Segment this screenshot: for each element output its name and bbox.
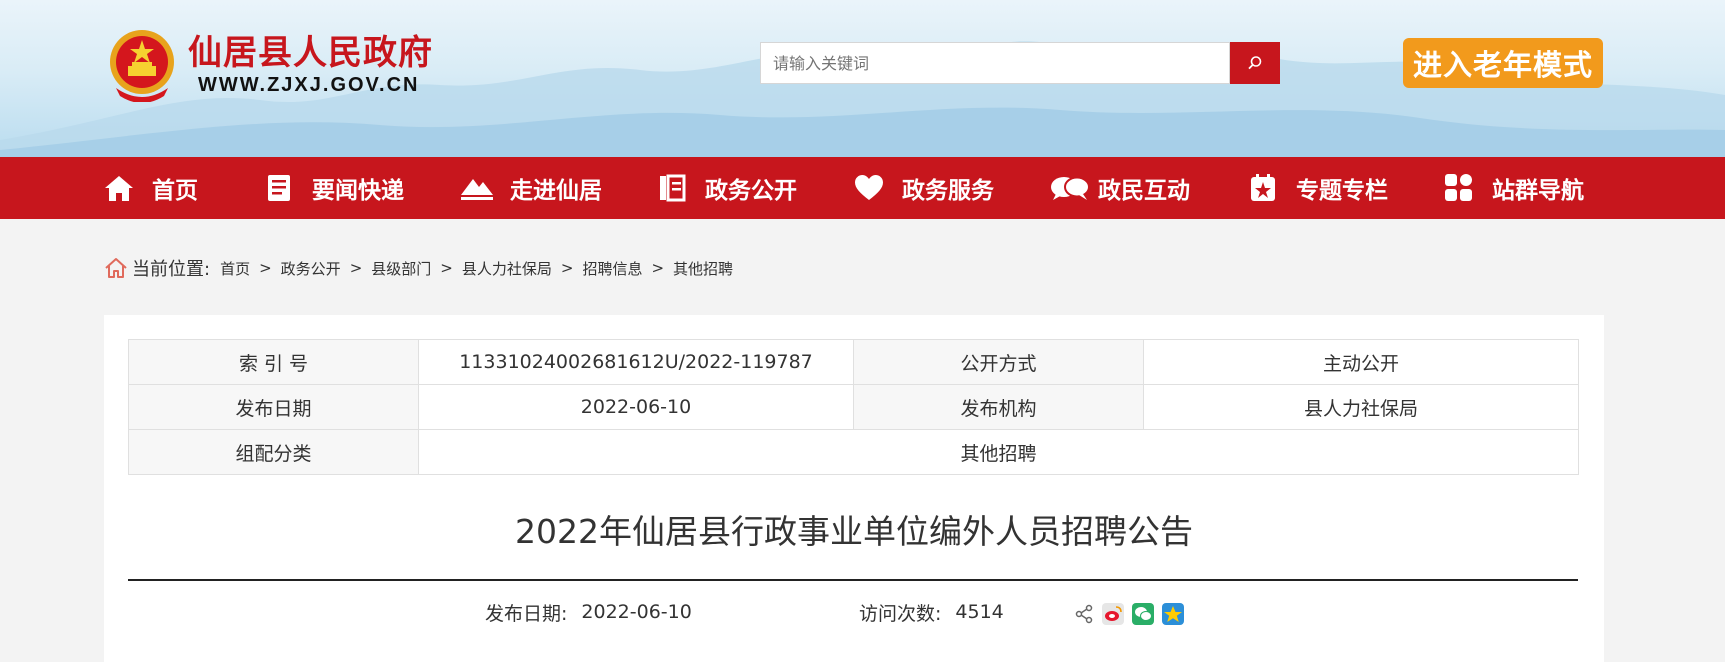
publisher-value: 县人力社保局 (1143, 384, 1579, 430)
site-header: 仙居县人民政府 WWW.ZJXJ.GOV.CN 进入老年模式 (0, 0, 1725, 157)
nav-item-gov-service[interactable]: 政务服务 (852, 157, 994, 219)
table-row: 索 引 号 11331024002681612U/2022-119787 公开方… (128, 339, 1579, 385)
main-nav: 首页 要闻快递 走进仙居 政务公开 政务服务 政民互动 专题专栏 站群导航 (0, 157, 1725, 219)
nav-item-gov-affairs[interactable]: 政务公开 (655, 157, 797, 219)
home-icon (105, 176, 133, 201)
search-button[interactable] (1230, 42, 1280, 84)
site-url: WWW.ZJXJ.GOV.CN (198, 74, 420, 96)
breadcrumb-separator: > (440, 259, 453, 277)
national-emblem-icon (110, 30, 174, 102)
category-value: 其他招聘 (418, 429, 1579, 475)
mountain-icon (461, 179, 493, 200)
wechat-icon[interactable] (1132, 603, 1154, 625)
share-icon[interactable] (1074, 604, 1094, 624)
open-mode-label: 公开方式 (853, 339, 1144, 385)
search-icon (1248, 56, 1262, 70)
open-mode-value: 主动公开 (1143, 339, 1579, 385)
breadcrumb-separator: > (259, 259, 272, 277)
nav-item-label: 首页 (152, 178, 198, 204)
nav-item-site-nav[interactable]: 站群导航 (1442, 157, 1584, 219)
article-date-value: 2022-06-10 (581, 601, 692, 623)
article-date: 发布日期: 2022-06-10 (485, 597, 692, 627)
table-row: 发布日期 2022-06-10 发布机构 县人力社保局 (128, 384, 1579, 430)
document-icon (660, 174, 686, 202)
site-name: 仙居县人民政府 (188, 33, 433, 73)
weibo-icon[interactable] (1102, 603, 1124, 625)
breadcrumb-separator: > (349, 259, 363, 277)
metadata-table: 索 引 号 11331024002681612U/2022-119787 公开方… (128, 339, 1579, 475)
share-bar (1074, 603, 1192, 625)
breadcrumb-separator: > (651, 259, 665, 277)
breadcrumb-separator: > (560, 259, 574, 277)
breadcrumb-link[interactable]: 其他招聘 (673, 258, 733, 279)
article-visits: 访问次数: 4514 (859, 597, 1004, 627)
news-icon (268, 175, 290, 201)
visits-value: 4514 (955, 601, 1004, 623)
nav-item-label: 专题专栏 (1296, 178, 1388, 204)
publish-date-label: 发布日期 (128, 384, 419, 430)
qzone-icon[interactable] (1162, 603, 1184, 625)
nav-item-about[interactable]: 走进仙居 (460, 157, 602, 219)
search-box (760, 42, 1280, 84)
nav-item-label: 政务服务 (902, 178, 994, 204)
grid-icon (1445, 174, 1472, 201)
chat-icon (1051, 176, 1090, 200)
breadcrumb-link[interactable]: 县人力社保局 (462, 258, 552, 279)
nav-item-label: 要闻快递 (312, 178, 404, 204)
nav-item-label: 政务公开 (705, 178, 797, 204)
breadcrumb-link[interactable]: 县级部门 (371, 258, 431, 279)
breadcrumb-link[interactable]: 招聘信息 (582, 258, 642, 279)
article-date-label: 发布日期: (485, 602, 568, 625)
heart-icon (855, 175, 883, 200)
table-row: 组配分类 其他招聘 (128, 429, 1579, 475)
publisher-label: 发布机构 (853, 384, 1144, 430)
index-label: 索 引 号 (128, 339, 419, 385)
breadcrumb-link[interactable]: 政务公开 (281, 258, 341, 279)
breadcrumb-label: 当前位置: (132, 259, 211, 280)
publish-date-value: 2022-06-10 (418, 384, 854, 430)
breadcrumb: 当前位置: 首页 > 政务公开 > 县级部门 > 县人力社保局 > 招聘信息 >… (104, 256, 733, 280)
star-calendar-icon (1251, 174, 1275, 201)
index-value: 11331024002681612U/2022-119787 (418, 339, 854, 385)
elder-mode-button[interactable]: 进入老年模式 (1403, 38, 1603, 88)
breadcrumb-link[interactable]: 首页 (220, 258, 250, 279)
nav-item-home[interactable]: 首页 (102, 157, 198, 219)
nav-item-news[interactable]: 要闻快递 (262, 157, 404, 219)
title-divider (128, 579, 1578, 581)
nav-item-interaction[interactable]: 政民互动 (1050, 157, 1190, 219)
site-logo[interactable]: 仙居县人民政府 WWW.ZJXJ.GOV.CN (106, 28, 433, 102)
nav-item-label: 走进仙居 (510, 178, 602, 204)
home-outline-icon (105, 258, 127, 278)
category-label: 组配分类 (128, 429, 419, 475)
content-panel: 索 引 号 11331024002681612U/2022-119787 公开方… (104, 315, 1604, 662)
search-input[interactable] (760, 42, 1230, 84)
visits-label: 访问次数: (859, 602, 942, 625)
nav-item-label: 站群导航 (1492, 178, 1584, 204)
nav-item-label: 政民互动 (1098, 178, 1190, 204)
article-title: 2022年仙居县行政事业单位编外人员招聘公告 (515, 512, 1193, 551)
nav-item-topics[interactable]: 专题专栏 (1246, 157, 1388, 219)
